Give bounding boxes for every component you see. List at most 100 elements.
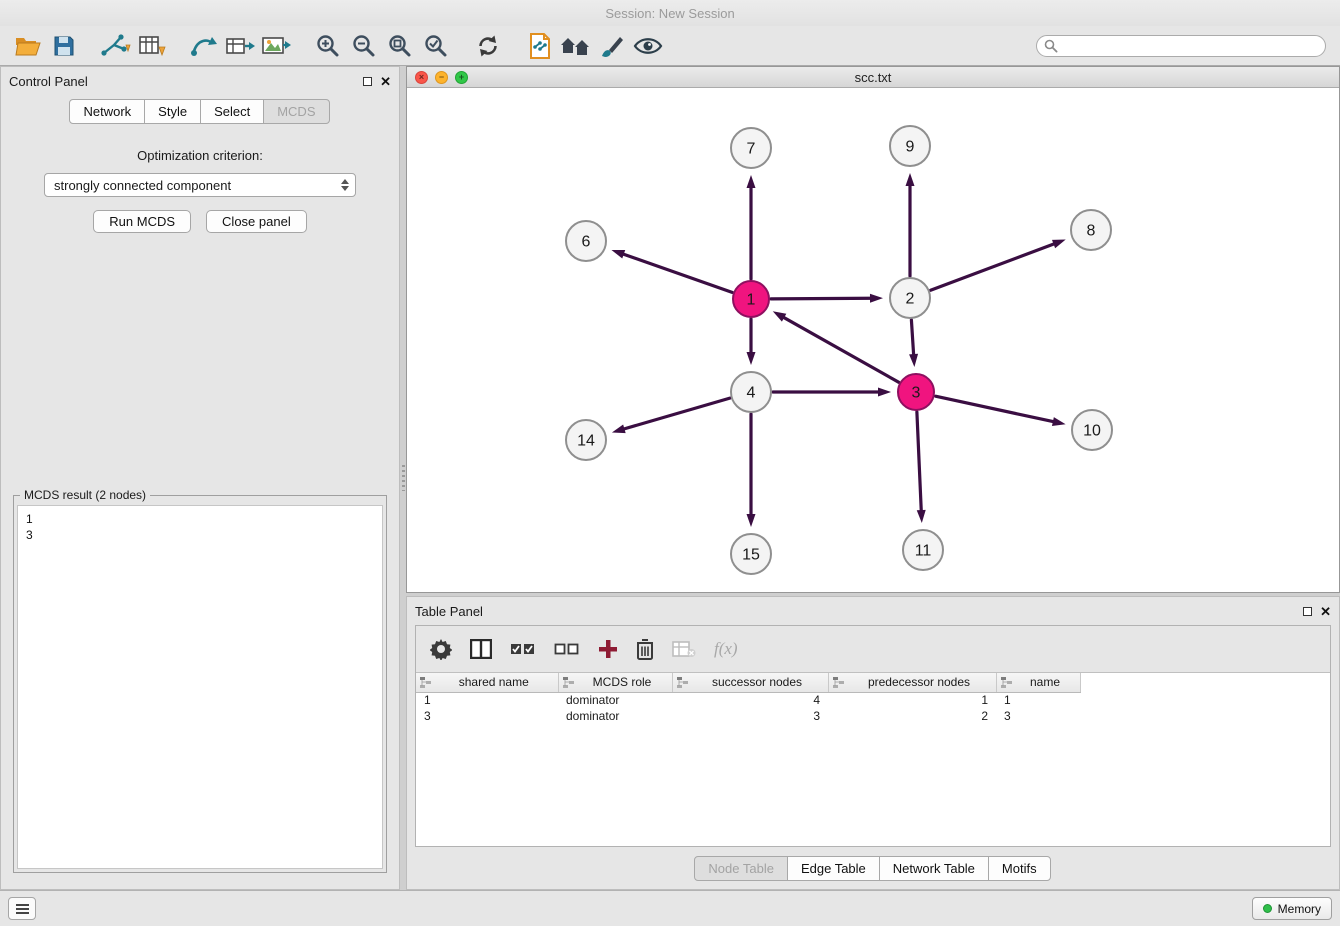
tab-node-table[interactable]: Node Table — [694, 856, 788, 881]
memory-button[interactable]: Memory — [1252, 897, 1332, 920]
graph-edge[interactable] — [622, 254, 732, 293]
import-table-file-icon[interactable] — [134, 29, 170, 63]
search-input[interactable] — [1036, 35, 1326, 57]
close-icon[interactable]: ✕ — [380, 75, 391, 88]
table-panel: Table Panel ✕ — [406, 596, 1340, 890]
zoom-selected-icon[interactable] — [418, 29, 454, 63]
table-cell[interactable]: dominator — [558, 692, 672, 708]
graph-edge-arrow[interactable] — [612, 425, 626, 434]
table-cell[interactable]: 4 — [672, 692, 828, 708]
show-columns-icon[interactable] — [470, 639, 492, 659]
export-table-icon[interactable] — [222, 29, 258, 63]
graph-edge-arrow[interactable] — [906, 173, 915, 186]
column-header-name[interactable]: name — [996, 673, 1080, 692]
save-icon[interactable] — [46, 29, 82, 63]
window-zoom-button[interactable]: + — [455, 71, 468, 84]
home-icon[interactable] — [558, 29, 594, 63]
table-cell[interactable]: 1 — [996, 692, 1080, 708]
table-panel-body: f(x) shared name MCDS role — [415, 625, 1331, 847]
graph-edge[interactable] — [622, 398, 729, 429]
zoom-in-icon[interactable] — [310, 29, 346, 63]
run-mcds-button[interactable]: Run MCDS — [93, 210, 191, 233]
window-close-button[interactable]: × — [415, 71, 428, 84]
table-cell[interactable]: 3 — [672, 708, 828, 724]
delete-column-trash-icon[interactable] — [636, 638, 654, 660]
tab-network-table[interactable]: Network Table — [879, 856, 989, 881]
table-cell[interactable]: 3 — [416, 708, 558, 724]
tab-network[interactable]: Network — [69, 99, 145, 124]
export-image-icon[interactable] — [258, 29, 294, 63]
graph-edge[interactable] — [911, 320, 913, 356]
task-history-button[interactable] — [8, 897, 36, 920]
eye-icon[interactable] — [630, 29, 666, 63]
new-network-from-selection-icon[interactable] — [522, 29, 558, 63]
column-header-shared-name[interactable]: shared name — [416, 673, 558, 692]
select-all-icon[interactable] — [510, 641, 536, 657]
table-cell[interactable]: dominator — [558, 708, 672, 724]
tab-motifs[interactable]: Motifs — [988, 856, 1051, 881]
tab-edge-table[interactable]: Edge Table — [787, 856, 880, 881]
graph-edge-arrow[interactable] — [878, 388, 891, 397]
graph-node-label: 10 — [1083, 423, 1101, 440]
graph-node-label: 4 — [747, 385, 756, 402]
graph-node-label: 3 — [912, 385, 921, 402]
column-header-predecessor-nodes[interactable]: predecessor nodes — [828, 673, 996, 692]
graph-edge-arrow[interactable] — [747, 514, 756, 527]
network-window-titlebar[interactable]: × − + scc.txt — [407, 67, 1339, 88]
graph-edge-arrow[interactable] — [747, 352, 756, 365]
graph-edge-arrow[interactable] — [1052, 239, 1066, 248]
open-folder-icon[interactable] — [10, 29, 46, 63]
graph-edge[interactable] — [782, 317, 898, 383]
mcds-result-list[interactable]: 13 — [17, 505, 383, 869]
float-window-icon[interactable] — [363, 77, 372, 86]
graph-edge[interactable] — [771, 298, 872, 299]
column-header-successor-nodes[interactable]: successor nodes — [672, 673, 828, 692]
export-network-icon[interactable] — [186, 29, 222, 63]
graph-edge-arrow[interactable] — [747, 175, 756, 188]
float-window-icon[interactable] — [1303, 607, 1312, 616]
table-cell[interactable]: 2 — [828, 708, 996, 724]
graph-edge-arrow[interactable] — [773, 311, 787, 321]
graph-edge-arrow[interactable] — [870, 294, 883, 303]
network-canvas[interactable]: 7968124314101511 — [407, 88, 1339, 592]
memory-status-dot — [1263, 904, 1272, 913]
table-cell[interactable]: 1 — [416, 692, 558, 708]
tab-mcds[interactable]: MCDS — [263, 99, 329, 124]
mcds-result-title: MCDS result (2 nodes) — [20, 488, 150, 502]
unselect-all-icon[interactable] — [554, 641, 580, 657]
zoom-fit-icon[interactable] — [382, 29, 418, 63]
memory-label: Memory — [1278, 902, 1321, 916]
close-icon[interactable]: ✕ — [1320, 605, 1331, 618]
table-header-row: shared name MCDS role successor nodes — [416, 673, 1080, 692]
graph-node-label: 11 — [915, 543, 932, 560]
refresh-icon[interactable] — [470, 29, 506, 63]
node-table: shared name MCDS role successor nodes — [416, 672, 1330, 846]
import-network-file-icon[interactable] — [98, 29, 134, 63]
optimization-criterion-select[interactable]: strongly connected component — [44, 173, 356, 197]
add-column-plus-icon[interactable] — [598, 639, 618, 659]
tab-style[interactable]: Style — [144, 99, 201, 124]
control-panel: Control Panel ✕ Network Style Select MCD… — [0, 66, 400, 890]
graph-edge-arrow[interactable] — [1052, 417, 1066, 426]
table-settings-gear-icon[interactable] — [430, 638, 452, 660]
apply-style-brush-icon[interactable] — [594, 29, 630, 63]
table-row[interactable]: 3dominator323 — [416, 708, 1080, 724]
graph-edge-arrow[interactable] — [611, 250, 625, 259]
status-bar: Memory — [0, 890, 1340, 926]
table-row[interactable]: 1dominator411 — [416, 692, 1080, 708]
table-cell[interactable]: 3 — [996, 708, 1080, 724]
mcds-result-box: MCDS result (2 nodes) 13 — [13, 495, 387, 873]
tab-select[interactable]: Select — [200, 99, 264, 124]
graph-edge[interactable] — [917, 412, 921, 512]
main-toolbar — [0, 26, 1340, 66]
graph-edge-arrow[interactable] — [909, 354, 918, 367]
window-minimize-button[interactable]: − — [435, 71, 448, 84]
column-type-icon — [833, 677, 844, 688]
zoom-out-icon[interactable] — [346, 29, 382, 63]
graph-edge[interactable] — [931, 243, 1056, 290]
column-header-mcds-role[interactable]: MCDS role — [558, 673, 672, 692]
graph-edge-arrow[interactable] — [917, 510, 926, 523]
close-panel-button[interactable]: Close panel — [206, 210, 307, 233]
table-cell[interactable]: 1 — [828, 692, 996, 708]
graph-edge[interactable] — [936, 396, 1055, 422]
